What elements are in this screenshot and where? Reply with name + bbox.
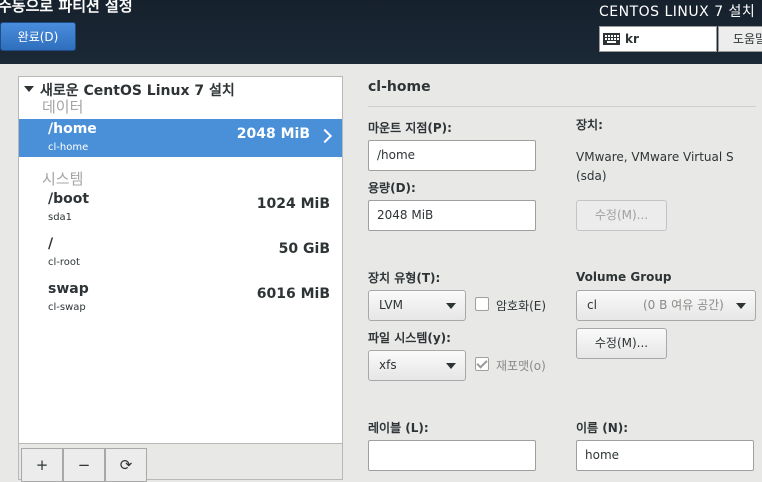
mount-point-field[interactable]: /home (368, 140, 536, 171)
device-type-label: 장치 유형(T): (368, 271, 441, 285)
keyboard-icon (603, 33, 620, 45)
device-type-value: LVM (379, 298, 403, 312)
encrypt-label: 암호화(E) (496, 299, 547, 313)
capacity-label: 용량(D): (368, 181, 416, 195)
group-label-data: 데이터 (42, 98, 84, 116)
partition-mount: /boot (48, 191, 90, 207)
label-field-label: 레이블 (L): (368, 421, 429, 435)
reformat-label: 재포맷(o) (496, 359, 546, 373)
volume-group-modify-button[interactable]: 수정(M)... (576, 328, 667, 359)
group-label-system: 시스템 (42, 170, 84, 188)
help-button[interactable]: 도움말 (718, 26, 762, 52)
mount-point-label: 마운트 지점(P): (368, 121, 452, 135)
device-type-dropdown[interactable]: LVM (368, 290, 466, 321)
add-partition-button[interactable]: + (21, 448, 63, 482)
page-title: 수동으로 파티션 설정 (0, 0, 133, 15)
refresh-button[interactable]: ⟳ (105, 448, 147, 482)
volume-group-label: Volume Group (576, 270, 672, 284)
partition-device: cl-home (48, 142, 89, 153)
keyboard-layout-label: kr (625, 32, 639, 46)
top-bar: 수동으로 파티션 설정 완료(D) CENTOS LINUX 7 설치 kr 도… (0, 0, 762, 64)
partition-row-home[interactable]: /home cl-home 2048 MiB (19, 119, 342, 157)
selected-partition-title: cl-home (368, 79, 431, 95)
label-field[interactable] (368, 440, 536, 471)
name-field-label: 이름 (N): (576, 421, 629, 435)
dropdown-arrow-icon (446, 363, 456, 369)
product-title: CENTOS LINUX 7 설치 (599, 4, 756, 20)
reformat-checkbox[interactable] (475, 357, 489, 371)
expander-arrow-icon (24, 86, 34, 92)
dropdown-arrow-icon (446, 303, 456, 309)
device-value-line2: (sda) (576, 169, 607, 183)
partition-toolbar: + − ⟳ (18, 444, 343, 482)
dropdown-arrow-icon (736, 303, 746, 309)
capacity-field[interactable]: 2048 MiB (368, 200, 536, 231)
partition-row-root[interactable]: / cl-root 50 GiB (19, 234, 342, 272)
partition-mount: /home (48, 121, 97, 137)
partition-size: 50 GiB (278, 241, 330, 257)
device-value-line1: VMware, VMware Virtual S (576, 150, 734, 164)
device-modify-button[interactable]: 수정(M)... (576, 200, 667, 231)
chevron-right-icon (317, 128, 333, 144)
partition-mount: / (48, 236, 54, 252)
partition-size: 2048 MiB (236, 126, 310, 142)
partition-device: sda1 (48, 212, 73, 223)
filesystem-value: xfs (379, 358, 397, 372)
volume-group-dropdown[interactable]: cl (0 B 여유 공간) (576, 290, 756, 321)
encrypt-checkbox[interactable] (475, 297, 489, 311)
partition-device: cl-root (48, 257, 80, 268)
done-button[interactable]: 완료(D) (0, 22, 76, 51)
partition-list-panel: 새로운 CentOS Linux 7 설치 데이터 /home cl-home … (18, 76, 343, 444)
volume-group-free-space: (0 B 여유 공간) (643, 298, 724, 312)
checkmark-icon (476, 357, 488, 369)
partition-size: 1024 MiB (256, 196, 330, 212)
partition-row-swap[interactable]: swap cl-swap 6016 MiB (19, 279, 342, 317)
partition-size: 6016 MiB (256, 286, 330, 302)
partition-row-boot[interactable]: /boot sda1 1024 MiB (19, 189, 342, 227)
divider (368, 106, 756, 107)
remove-partition-button[interactable]: − (63, 448, 105, 482)
filesystem-dropdown[interactable]: xfs (368, 350, 466, 381)
device-label: 장치: (576, 118, 603, 132)
name-field[interactable]: home (576, 440, 754, 471)
filesystem-label: 파일 시스템(y): (368, 331, 451, 345)
keyboard-layout-indicator[interactable]: kr (599, 26, 717, 52)
partition-device: cl-swap (48, 302, 86, 313)
volume-group-value: cl (587, 298, 597, 312)
partition-mount: swap (48, 281, 89, 297)
